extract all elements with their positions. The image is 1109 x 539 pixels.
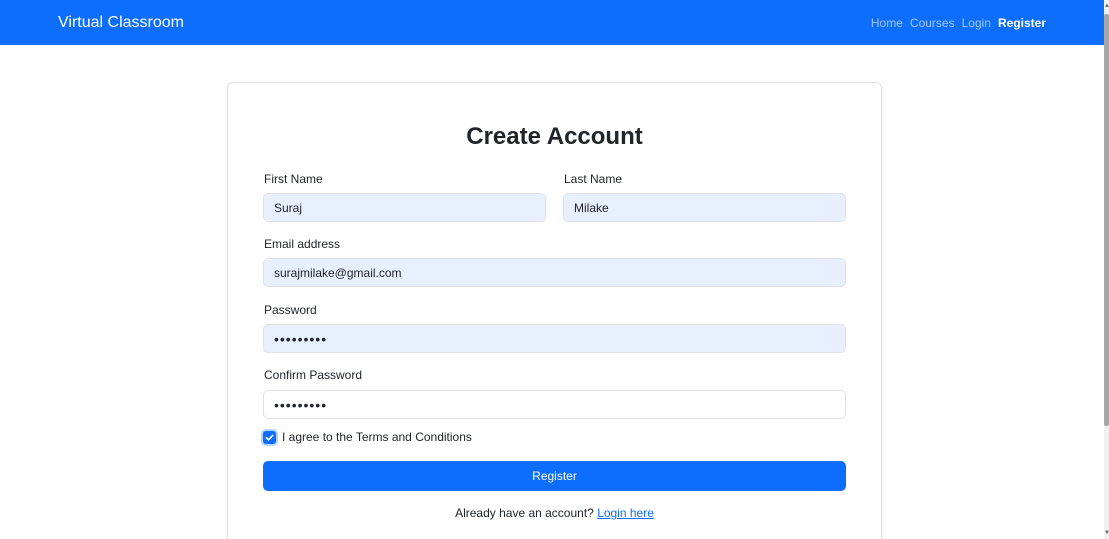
terms-row: I agree to the Terms and Conditions [263, 430, 472, 444]
register-card: Create Account First Name Suraj Last Nam… [227, 82, 882, 539]
terms-label[interactable]: I agree to the Terms and Conditions [282, 430, 472, 444]
last-name-input[interactable]: Milake [563, 193, 846, 222]
scrollbar-thumb[interactable] [1104, 14, 1109, 426]
first-name-input[interactable]: Suraj [263, 193, 546, 222]
nav-links: Home Courses Login Register [871, 16, 1046, 30]
password-input[interactable]: ••••••••• [263, 324, 846, 353]
nav-link-register[interactable]: Register [998, 16, 1046, 30]
checkmark-icon [265, 434, 274, 441]
email-label: Email address [264, 237, 341, 251]
password-label: Password [264, 303, 317, 317]
nav-link-home[interactable]: Home [871, 16, 903, 30]
scroll-up-arrow-icon[interactable]: ▲ [1104, 2, 1109, 10]
first-name-label: First Name [264, 172, 323, 186]
form-title: Create Account [466, 123, 643, 150]
login-prompt: Already have an account? Login here [228, 506, 881, 520]
terms-checkbox[interactable] [263, 430, 276, 444]
login-prompt-text: Already have an account? [455, 506, 594, 520]
login-here-link[interactable]: Login here [597, 506, 654, 520]
confirm-password-label: Confirm Password [264, 368, 363, 382]
nav-link-login[interactable]: Login [962, 16, 991, 30]
last-name-label: Last Name [564, 172, 623, 186]
register-button[interactable]: Register [263, 461, 846, 491]
nav-link-courses[interactable]: Courses [910, 16, 955, 30]
brand-logo-text[interactable]: Virtual Classroom [58, 14, 184, 32]
email-input[interactable]: surajmilake@gmail.com [263, 258, 846, 287]
scroll-down-arrow-icon[interactable]: ▼ [1104, 529, 1109, 537]
page-scrollbar[interactable]: ▲ ▼ [1104, 0, 1109, 539]
confirm-password-input[interactable]: ••••••••• [263, 390, 846, 419]
navbar: Virtual Classroom Home Courses Login Reg… [0, 0, 1104, 45]
